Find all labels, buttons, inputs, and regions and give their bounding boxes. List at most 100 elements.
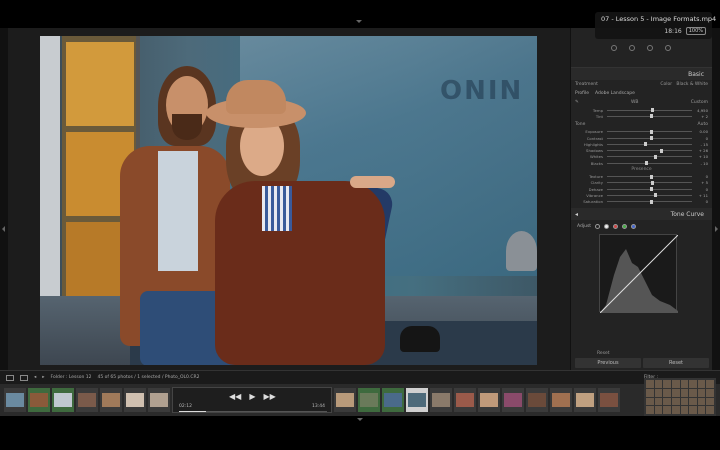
eyedropper-icon[interactable]: ✎ [575,100,579,105]
slider-value[interactable]: + 26 [696,148,708,153]
treatment-label: Treatment [575,82,598,87]
slider-value[interactable]: + 11 [696,193,708,198]
rewind-icon[interactable]: ◀◀ [229,392,241,401]
slider-track[interactable] [607,180,692,185]
slider-value[interactable]: + 10 [696,154,708,159]
grid-view-icon[interactable] [20,374,28,381]
play-icon[interactable]: ▶ [249,392,255,401]
film-thumb[interactable] [454,388,476,412]
film-thumb[interactable] [598,388,620,412]
tc-green-channel-icon[interactable] [622,223,628,229]
slider-knob[interactable] [649,129,653,134]
slider-knob[interactable] [649,199,653,204]
slider-value[interactable]: + 5 [696,180,708,185]
slider-knob[interactable] [649,187,653,192]
profile-select[interactable]: Adobe Landscape [595,91,635,96]
wb-select[interactable]: Custom [691,100,708,105]
nav-forward-icon[interactable]: ▸ [42,375,44,380]
film-thumb[interactable] [502,388,524,412]
film-thumb[interactable] [100,388,122,412]
slider-track[interactable] [607,129,692,134]
film-thumb[interactable] [382,388,404,412]
slider-value[interactable]: 0 [696,174,708,179]
right-panel-toggle-icon[interactable] [715,226,718,232]
video-progress-bar[interactable] [179,411,327,412]
slider-value[interactable]: + 2 [696,114,708,119]
slider-value[interactable]: 0.00 [696,129,708,134]
film-thumb[interactable] [52,388,74,412]
slider-value[interactable]: 0 [696,187,708,192]
slider-track[interactable] [607,199,692,204]
film-thumb[interactable] [124,388,146,412]
video-player[interactable]: ◀◀ ▶ ▶▶ 02:12 13:44 [172,387,332,413]
slider-value[interactable]: 0 [696,199,708,204]
slider-track[interactable] [607,161,692,166]
slider-value[interactable]: - 15 [696,142,708,147]
slider-track[interactable] [607,142,692,147]
treatment-color-button[interactable]: Color [660,82,672,87]
clock: 18:16 [664,27,682,35]
slider-value[interactable]: - 10 [696,161,708,166]
reset-button[interactable]: Reset [643,358,709,368]
film-thumb[interactable] [358,388,380,412]
film-thumb[interactable] [574,388,596,412]
tc-parametric-icon[interactable] [595,223,601,229]
tone-curve-graph[interactable] [599,233,679,314]
main-photo[interactable]: ONIN [40,36,537,365]
slider-knob[interactable] [659,148,663,153]
bottom-panel-toggle-icon[interactable] [357,418,363,421]
slider-track[interactable] [607,187,692,192]
slider-track[interactable] [607,136,692,141]
slider-track[interactable] [607,148,692,153]
tc-point-white-icon[interactable] [604,223,610,229]
film-thumb[interactable] [430,388,452,412]
slider-value[interactable]: 4,950 [696,108,708,113]
slider-knob[interactable] [653,154,657,159]
slider-knob[interactable] [650,114,654,119]
tc-collapse-icon[interactable]: ◂ [575,211,578,220]
slider-knob[interactable] [651,180,655,185]
film-thumb[interactable] [478,388,500,412]
film-thumb[interactable] [334,388,356,412]
film-thumb[interactable] [28,388,50,412]
slider-knob[interactable] [645,161,649,166]
filmstrip-source[interactable]: Folder : Lesson 12 [51,375,92,380]
photo-viewer[interactable]: ONIN [8,28,570,370]
filmstrip[interactable]: ◀◀ ▶ ▶▶ 02:12 13:44 [0,384,720,416]
slider-track[interactable] [607,108,692,113]
slider-saturation[interactable]: Saturation 0 [571,199,712,205]
film-thumb[interactable] [550,388,572,412]
slider-knob[interactable] [653,193,657,198]
film-thumb[interactable] [526,388,548,412]
slider-value[interactable]: 0 [696,136,708,141]
previous-button[interactable]: Previous [575,358,641,368]
nav-back-icon[interactable]: ◂ [34,375,36,380]
film-thumb[interactable] [4,388,26,412]
tc-blue-channel-icon[interactable] [631,223,637,229]
slider-track[interactable] [607,114,692,119]
film-thumb[interactable] [148,388,170,412]
basic-section-header[interactable]: Basic [571,68,712,80]
heal-icon[interactable] [629,45,635,51]
slider-knob[interactable] [643,142,647,147]
treatment-bw-button[interactable]: Black & White [676,82,708,87]
tone-curve-header[interactable]: Tone Curve [671,211,704,220]
redeye-icon[interactable] [647,45,653,51]
top-panel-toggle-icon[interactable] [356,20,362,23]
fast-forward-icon[interactable]: ▶▶ [263,392,275,401]
slider-knob[interactable] [651,108,655,113]
mask-icon[interactable] [665,45,671,51]
tone-auto-button[interactable]: Auto [698,122,708,127]
crop-icon[interactable] [611,45,617,51]
slider-knob[interactable] [649,174,653,179]
slider-track[interactable] [607,174,692,179]
film-thumb[interactable] [76,388,98,412]
left-panel-toggle-icon[interactable] [2,226,5,232]
slider-track[interactable] [607,193,692,198]
slider-track[interactable] [607,154,692,159]
slider-knob[interactable] [649,136,653,141]
grid-preview[interactable] [644,378,716,416]
tc-red-channel-icon[interactable] [613,223,619,229]
single-view-icon[interactable] [6,374,14,381]
film-thumb-selected[interactable] [406,388,428,412]
